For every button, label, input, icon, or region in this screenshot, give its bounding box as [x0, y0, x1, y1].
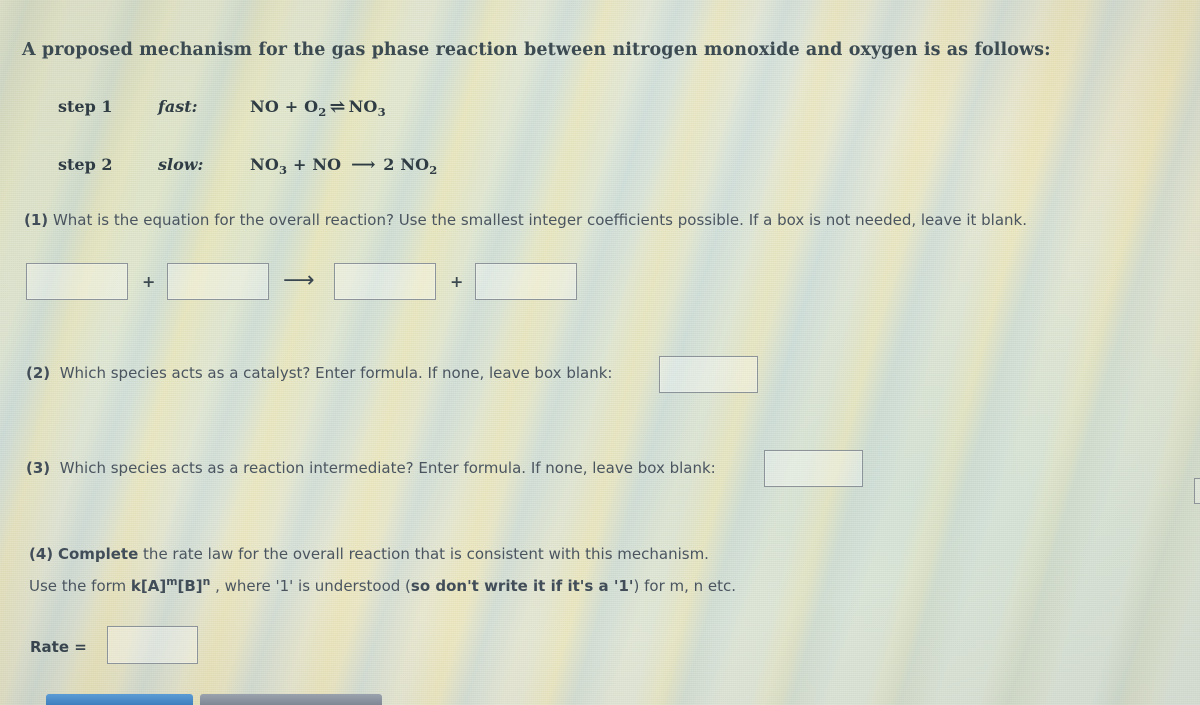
page-title: A proposed mechanism for the gas phase r…	[22, 40, 1051, 60]
question-2: (2) Which species acts as a catalyst? En…	[26, 364, 612, 382]
question-3-text: Which species acts as a reaction interme…	[59, 459, 716, 477]
secondary-action-button[interactable]	[200, 694, 382, 705]
question-4-line-1-rest: the rate law for the overall reaction th…	[138, 545, 709, 563]
rate-law-formula: k[A]m[B]n	[130, 575, 211, 595]
step-1-speed: fast:	[158, 97, 198, 116]
step-2-equation: NO3 + NO ⟶ 2 NO2	[250, 155, 438, 178]
q4-rate-law-input[interactable]	[107, 626, 198, 664]
q1-plus-separator-1: +	[142, 272, 156, 291]
step-1-label: step 1	[58, 97, 113, 116]
mechanism-step-1: step 1 fast: NO + O2 ⇌ NO3	[58, 95, 386, 119]
equilibrium-arrow-icon: ⇌	[329, 96, 346, 118]
question-1-text: What is the equation for the overall rea…	[52, 211, 1027, 229]
question-4-form-mid: , where '1' is understood (	[210, 577, 411, 595]
question-3-number: (3)	[26, 459, 51, 477]
question-1: (1) What is the equation for the overall…	[24, 211, 1027, 229]
q3-intermediate-input[interactable]	[764, 450, 863, 487]
worksheet-content: A proposed mechanism for the gas phase r…	[0, 0, 1200, 705]
rate-label: Rate =	[30, 638, 87, 656]
q2-catalyst-input[interactable]	[659, 356, 758, 393]
question-2-text: Which species acts as a catalyst? Enter …	[59, 364, 613, 382]
q1-yields-arrow-icon: ⟶	[283, 268, 315, 293]
q1-product-1-input[interactable]	[334, 263, 436, 300]
step-2-speed: slow:	[158, 155, 204, 174]
question-3: (3) Which species acts as a reaction int…	[26, 459, 716, 477]
q1-reactant-1-input[interactable]	[26, 263, 128, 300]
question-2-number: (2)	[26, 364, 51, 382]
question-4-bold-note: so don't write it if it's a '1'	[410, 577, 634, 595]
q1-product-2-input[interactable]	[475, 263, 577, 300]
question-4-number: (4)	[29, 545, 54, 563]
submit-button[interactable]	[46, 694, 193, 705]
mechanism-step-2: step 2 slow: NO3 + NO ⟶ 2 NO2	[58, 155, 438, 177]
step-1-equation: NO + O2 ⇌ NO3	[250, 96, 386, 120]
question-4-line-2: Use the form k[A]m[B]n , where '1' is un…	[29, 575, 736, 595]
question-4-form-prefix: Use the form	[29, 577, 131, 595]
forward-arrow-icon: ⟶	[351, 155, 375, 175]
question-4-bold-word: Complete	[57, 545, 139, 563]
q1-plus-separator-2: +	[450, 272, 464, 291]
question-4-line-1: (4) Complete the rate law for the overal…	[29, 545, 709, 563]
q1-reactant-2-input[interactable]	[167, 263, 269, 300]
step-2-label: step 2	[58, 155, 113, 174]
question-1-number: (1)	[24, 211, 49, 229]
offscreen-input-fragment[interactable]	[1194, 478, 1200, 504]
question-4-form-suffix: ) for m, n etc.	[633, 577, 737, 595]
